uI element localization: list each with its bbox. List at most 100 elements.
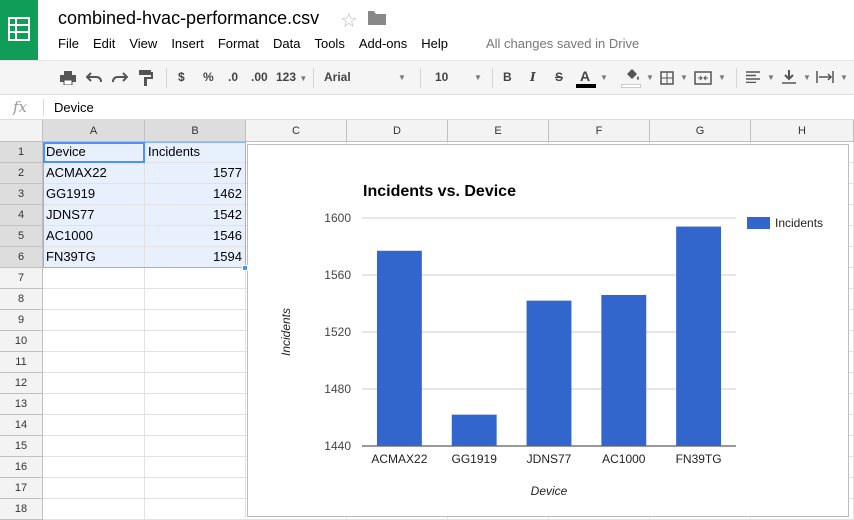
menu-edit[interactable]: Edit — [93, 36, 115, 54]
y-tick-label: 1480 — [324, 382, 351, 396]
sheets-logo-icon[interactable] — [0, 0, 38, 60]
row-header-15[interactable]: 15 — [0, 436, 43, 457]
menu-format[interactable]: Format — [218, 36, 259, 54]
row-header-4[interactable]: 4 — [0, 205, 43, 226]
cell-a17[interactable] — [43, 478, 145, 499]
cell-a14[interactable] — [43, 415, 145, 436]
chevron-down-icon[interactable]: ▼ — [680, 73, 688, 82]
cell-b8[interactable] — [145, 289, 246, 310]
menu-data[interactable]: Data — [273, 36, 300, 54]
star-icon[interactable]: ☆ — [340, 8, 358, 33]
row-header-1[interactable]: 1 — [0, 142, 43, 163]
cell-b17[interactable] — [145, 478, 246, 499]
save-status[interactable]: All changes saved in Drive — [486, 36, 639, 51]
cell-b18[interactable] — [145, 499, 246, 520]
cell-b9[interactable] — [145, 310, 246, 331]
formula-input[interactable]: Device — [54, 100, 94, 115]
cell-b15[interactable] — [145, 436, 246, 457]
cell-a10[interactable] — [43, 331, 145, 352]
row-header-12[interactable]: 12 — [0, 373, 43, 394]
increase-decimal-button[interactable]: .00 — [251, 70, 268, 84]
column-header-c[interactable]: C — [246, 120, 347, 142]
bold-button[interactable]: B — [503, 70, 512, 84]
row-header-9[interactable]: 9 — [0, 310, 43, 331]
fill-color-icon[interactable] — [624, 68, 640, 82]
cell-a8[interactable] — [43, 289, 145, 310]
chevron-down-icon[interactable]: ▼ — [474, 73, 482, 82]
row-header-14[interactable]: 14 — [0, 415, 43, 436]
chevron-down-icon[interactable]: ▼ — [646, 73, 654, 82]
x-tick-label: JDNS77 — [527, 452, 572, 466]
column-header-d[interactable]: D — [347, 120, 448, 142]
row-header-7[interactable]: 7 — [0, 268, 43, 289]
cell-a13[interactable] — [43, 394, 145, 415]
chevron-down-icon[interactable]: ▼ — [398, 73, 406, 82]
embedded-chart[interactable]: Incidents vs. Device 1440 1480 1520 1560 1600… — [247, 144, 849, 517]
select-all-corner[interactable] — [0, 120, 43, 142]
column-header-e[interactable]: E — [448, 120, 549, 142]
chevron-down-icon[interactable]: ▼ — [600, 73, 608, 82]
decrease-decimal-button[interactable]: .0 — [228, 70, 238, 84]
text-color-button[interactable]: A — [580, 68, 590, 84]
row-header-18[interactable]: 18 — [0, 499, 43, 520]
column-header-f[interactable]: F — [549, 120, 650, 142]
cell-b13[interactable] — [145, 394, 246, 415]
row-header-16[interactable]: 16 — [0, 457, 43, 478]
cell-a11[interactable] — [43, 352, 145, 373]
number-format-button[interactable]: 123 ▼ — [276, 70, 307, 84]
menu-addons[interactable]: Add-ons — [359, 36, 407, 54]
folder-icon[interactable] — [368, 11, 386, 30]
column-header-a[interactable]: A — [43, 120, 145, 142]
menu-tools[interactable]: Tools — [314, 36, 344, 54]
fill-handle[interactable] — [242, 265, 248, 271]
font-size-select[interactable]: 10 — [435, 70, 448, 84]
chevron-down-icon[interactable]: ▼ — [840, 73, 848, 82]
cell-a9[interactable] — [43, 310, 145, 331]
cell-a16[interactable] — [43, 457, 145, 478]
chevron-down-icon[interactable]: ▼ — [767, 73, 775, 82]
italic-button[interactable]: I — [530, 70, 536, 84]
row-header-17[interactable]: 17 — [0, 478, 43, 499]
column-header-b[interactable]: B — [145, 120, 246, 142]
menu-help[interactable]: Help — [421, 36, 448, 54]
print-icon[interactable] — [60, 71, 76, 85]
cell-a7[interactable] — [43, 268, 145, 289]
chevron-down-icon[interactable]: ▼ — [803, 73, 811, 82]
column-header-h[interactable]: H — [751, 120, 854, 142]
row-header-3[interactable]: 3 — [0, 184, 43, 205]
percent-button[interactable]: % — [203, 70, 214, 84]
font-family-select[interactable]: Arial — [324, 70, 351, 84]
paint-format-icon[interactable] — [139, 70, 153, 86]
cell-b16[interactable] — [145, 457, 246, 478]
row-header-6[interactable]: 6 — [0, 247, 43, 268]
cell-b14[interactable] — [145, 415, 246, 436]
row-header-2[interactable]: 2 — [0, 163, 43, 184]
menu-insert[interactable]: Insert — [171, 36, 204, 54]
redo-icon[interactable] — [112, 71, 128, 85]
menu-file[interactable]: File — [58, 36, 79, 54]
cell-a18[interactable] — [43, 499, 145, 520]
cell-b11[interactable] — [145, 352, 246, 373]
cell-b10[interactable] — [145, 331, 246, 352]
row-header-11[interactable]: 11 — [0, 352, 43, 373]
cell-b7[interactable] — [145, 268, 246, 289]
merge-icon[interactable] — [694, 71, 712, 85]
valign-bottom-icon[interactable] — [782, 70, 796, 84]
column-header-g[interactable]: G — [650, 120, 751, 142]
borders-icon[interactable] — [660, 71, 674, 85]
chevron-down-icon[interactable]: ▼ — [718, 73, 726, 82]
row-header-10[interactable]: 10 — [0, 331, 43, 352]
align-left-icon[interactable] — [746, 71, 760, 83]
row-header-5[interactable]: 5 — [0, 226, 43, 247]
row-header-8[interactable]: 8 — [0, 289, 43, 310]
currency-button[interactable]: $ — [178, 70, 185, 84]
undo-icon[interactable] — [86, 71, 102, 85]
cell-a12[interactable] — [43, 373, 145, 394]
cell-a15[interactable] — [43, 436, 145, 457]
text-wrap-icon[interactable] — [816, 71, 834, 83]
menu-view[interactable]: View — [129, 36, 157, 54]
document-title[interactable]: combined-hvac-performance.csv — [58, 8, 319, 29]
strikethrough-button[interactable]: S — [555, 70, 563, 84]
cell-b12[interactable] — [145, 373, 246, 394]
row-header-13[interactable]: 13 — [0, 394, 43, 415]
